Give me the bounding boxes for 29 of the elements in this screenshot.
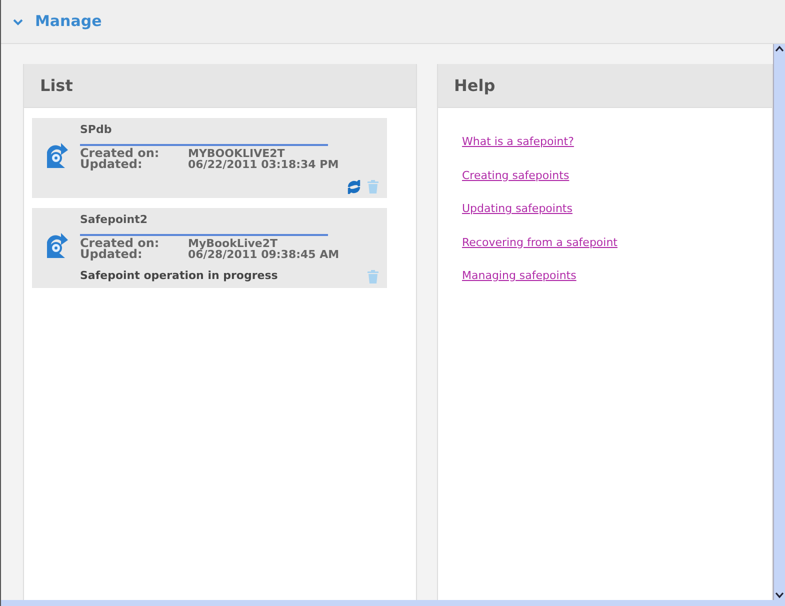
trash-icon[interactable] xyxy=(367,179,379,194)
panel-title: List xyxy=(40,74,73,96)
list-item-card[interactable]: Safepoint2 Created on: MyBookLive2T Updated: 06/28/2011 09:38:45 AM Safepoint operation in progress xyxy=(32,208,387,288)
help-link[interactable]: What is a safepoint? xyxy=(462,134,574,150)
help-link[interactable]: Creating safepoints xyxy=(462,168,570,184)
section-title: Manage xyxy=(35,11,102,32)
help-link[interactable]: Updating safepoints xyxy=(462,201,572,218)
refresh-icon[interactable] xyxy=(347,180,361,194)
field-value: 06/28/2011 09:38:45 AM xyxy=(188,249,340,260)
help-link[interactable]: Recovering from a safepoint xyxy=(462,234,618,251)
field-value: MYBOOKLIVE2T xyxy=(188,148,285,159)
list-item-card[interactable]: SPdb Created on: MYBOOKLIVE2T Updated: 06/22/2011 03:18:34 PM xyxy=(32,118,387,198)
item-name: Safepoint2 xyxy=(80,212,149,228)
scroll-up-icon[interactable] xyxy=(774,44,785,54)
help-link[interactable]: Managing safepoints xyxy=(462,268,576,284)
field-label: Created on: xyxy=(80,238,160,249)
vertical-scrollbar[interactable] xyxy=(773,44,785,600)
field-label: Updated: xyxy=(80,159,142,170)
section-header[interactable]: Manage xyxy=(1,0,785,44)
field-value: MyBookLive2T xyxy=(188,238,278,249)
trash-icon[interactable] xyxy=(367,269,379,284)
item-name: SPdb xyxy=(80,122,113,138)
scroll-down-icon[interactable] xyxy=(774,590,785,600)
panel-title: Help xyxy=(454,74,496,96)
field-label: Updated: xyxy=(80,249,142,260)
field-label: Created on: xyxy=(80,148,160,159)
field-value: 06/22/2011 03:18:34 PM xyxy=(188,159,340,170)
horizontal-scrollbar[interactable] xyxy=(1,600,785,606)
status-text: Safepoint operation in progress xyxy=(80,268,278,284)
